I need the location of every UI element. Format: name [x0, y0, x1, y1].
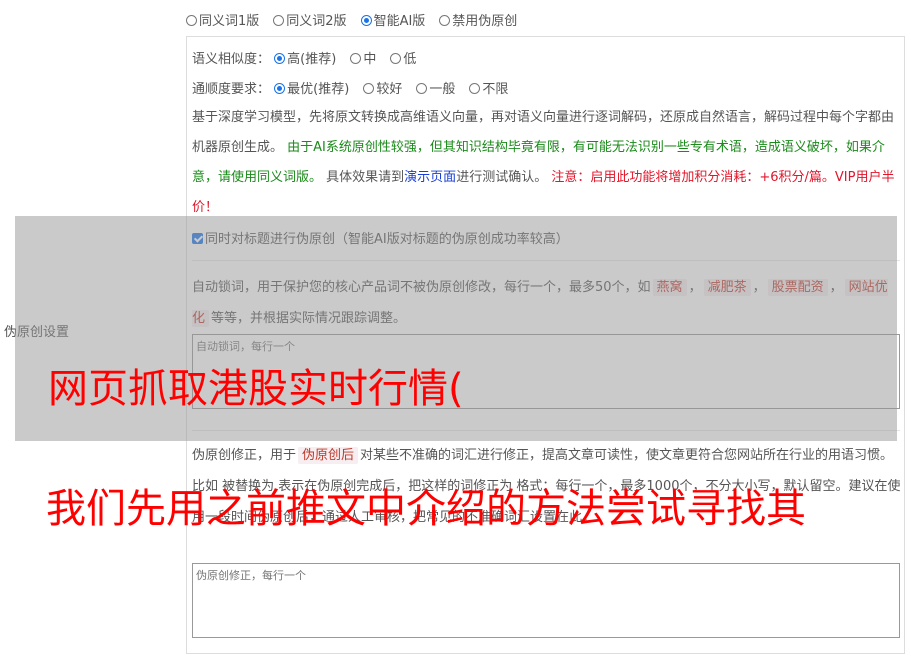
watermark-line-2: 我们先用之前推文中介绍的方法尝试寻找其 [46, 486, 806, 532]
radio-unselected-icon[interactable] [186, 15, 197, 26]
desc-text-2: 具体效果请到 [326, 170, 405, 185]
radio-unselected-icon[interactable] [390, 53, 402, 64]
version-option[interactable]: 同义词1版 [186, 10, 259, 29]
radio-unselected-icon[interactable] [350, 53, 362, 64]
radio-selected-icon[interactable] [274, 83, 286, 94]
fluency-option-label: 不限 [482, 82, 509, 97]
similarity-option-label: 高(推荐) [287, 52, 337, 67]
fluency-label: 通顺度要求： [192, 82, 271, 97]
demo-page-link[interactable]: 演示页面 [404, 170, 456, 185]
version-option-label: 同义词2版 [286, 14, 347, 29]
fluency-option[interactable]: 一般 [416, 78, 455, 97]
similarity-option[interactable]: 高(推荐) [274, 48, 336, 67]
ai-description: 基于深度学习模型，先将原文转换成高维语义向量，再对语义向量进行逐词解码，还原成自… [192, 103, 902, 223]
similarity-label: 语义相似度： [192, 52, 271, 67]
similarity-option[interactable]: 中 [350, 48, 376, 67]
fluency-option-label: 最优(推荐) [287, 82, 350, 97]
version-option[interactable]: 智能AI版 [360, 10, 426, 29]
version-options: 同义词1版 同义词2版 智能AI版 禁用伪原创 [186, 10, 531, 29]
version-option[interactable]: 同义词2版 [273, 10, 347, 29]
similarity-option-label: 中 [363, 52, 377, 67]
radio-unselected-icon[interactable] [469, 83, 481, 94]
watermark-line-1: 网页抓取港股实时行情( [48, 366, 464, 412]
fix-desc-text: 伪原创修正，用于 [192, 448, 297, 463]
radio-unselected-icon[interactable] [273, 15, 285, 26]
radio-selected-icon[interactable] [360, 15, 372, 26]
fix-words-input[interactable] [192, 563, 900, 638]
version-option-label: 同义词1版 [199, 14, 260, 29]
radio-unselected-icon[interactable] [416, 83, 428, 94]
radio-selected-icon[interactable] [274, 53, 286, 64]
fix-tag: 伪原创后 [298, 447, 359, 464]
fluency-option[interactable]: 不限 [469, 78, 508, 97]
radio-unselected-icon[interactable] [363, 83, 375, 94]
fluency-option[interactable]: 最优(推荐) [274, 78, 349, 97]
fluency-option-label: 一般 [429, 82, 456, 97]
desc-text-3: 进行测试确认。 [456, 170, 548, 185]
fluency-option-label: 较好 [376, 82, 403, 97]
fluency-row: 通顺度要求： 最优(推荐) 较好 一般 不限 [192, 78, 522, 97]
version-option-label: 智能AI版 [373, 14, 426, 29]
radio-unselected-icon[interactable] [439, 15, 451, 26]
similarity-option[interactable]: 低 [390, 48, 416, 67]
similarity-row: 语义相似度： 高(推荐) 中 低 [192, 48, 430, 67]
fluency-option[interactable]: 较好 [363, 78, 402, 97]
version-option-label: 禁用伪原创 [452, 14, 518, 29]
similarity-option-label: 低 [403, 52, 417, 67]
version-option[interactable]: 禁用伪原创 [439, 10, 517, 29]
